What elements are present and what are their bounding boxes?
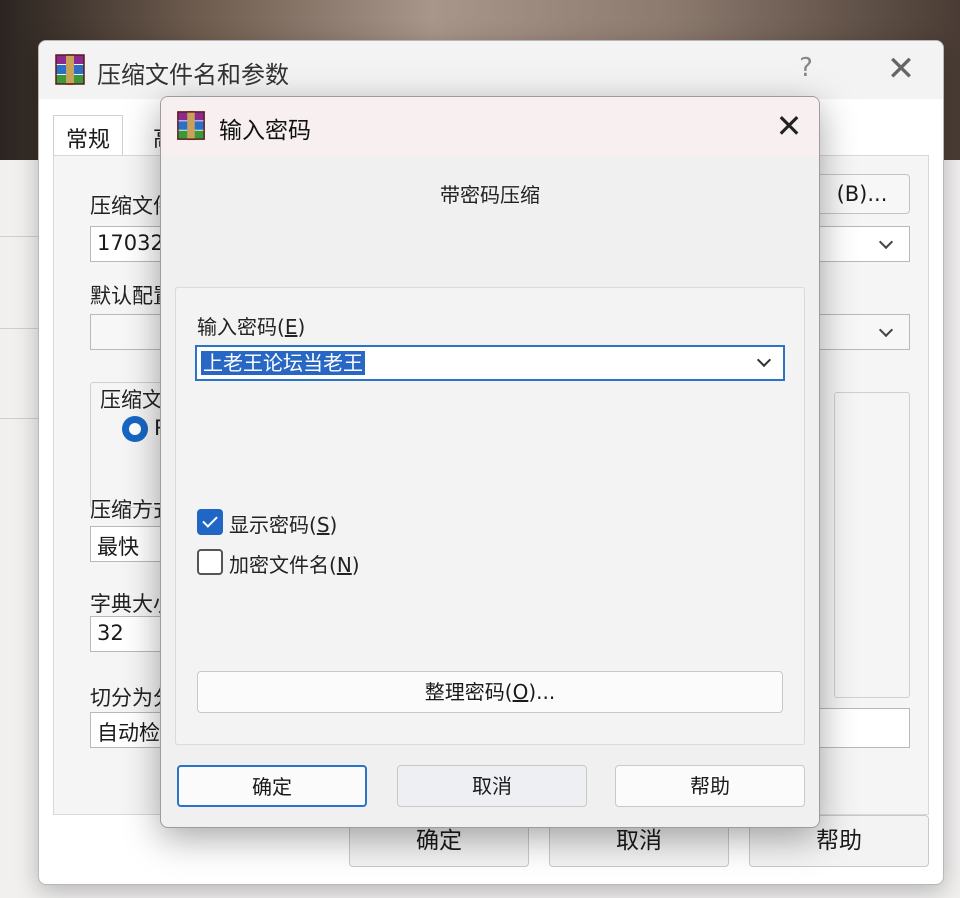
archive-params-titlebar: 压缩文件名和参数 ? ✕ [39,41,943,99]
password-label-text: 输入密码 [197,315,277,339]
options-group [834,392,910,698]
archive-format-label: 压缩文 [100,388,163,412]
organize-passwords-ellipsis: ... [536,680,556,704]
encrypt-filenames-label: 加密文件名(N) [229,553,360,577]
encrypt-filenames-text: 加密文件名 [229,553,329,577]
dialog-cancel-button[interactable]: 取消 [397,765,587,807]
dictionary-size-value: 32 [97,621,124,645]
help-question-button[interactable]: ? [791,53,821,83]
close-icon[interactable]: ✕ [769,106,809,146]
show-password-label: 显示密码(S) [229,513,338,537]
password-label: 输入密码(E) [197,315,306,339]
password-hotkey: E [284,315,298,339]
dialog-titlebar: 输入密码 ✕ [161,97,819,155]
dialog-caption: 带密码压缩 [440,183,540,207]
show-password-checkbox[interactable] [197,509,223,535]
close-icon[interactable]: ✕ [881,49,921,89]
split-volumes-value: 自动检 [97,721,160,745]
browse-button[interactable]: (B)... [814,174,910,214]
method-value: 最快 [97,535,139,559]
chevron-down-icon[interactable] [756,352,772,368]
encrypt-filenames-checkbox[interactable] [197,549,223,575]
organize-passwords-button[interactable]: 整理密码(O)... [197,671,783,713]
organize-passwords-text: 整理密码 [424,680,505,704]
password-value: 上老王论坛当老王 [201,351,365,375]
background-divider [0,236,40,237]
chevron-down-icon[interactable] [878,322,894,338]
show-password-text: 显示密码 [229,513,309,537]
encrypt-filenames-hotkey: N [336,553,352,577]
show-password-hotkey: S [316,513,330,537]
dialog-title: 输入密码 [219,118,311,144]
organize-passwords-hotkey: O [512,680,529,704]
tab-general[interactable]: 常规 [53,115,124,155]
rar-format-radio[interactable] [122,416,148,442]
chevron-down-icon[interactable] [878,234,894,250]
winrar-icon [55,54,85,85]
background-divider [0,418,40,419]
password-input[interactable]: 上老王论坛当老王 [195,345,785,381]
background-divider [0,328,40,329]
window-title: 压缩文件名和参数 [97,61,289,89]
winrar-icon [177,110,205,141]
dialog-ok-button[interactable]: 确定 [177,765,367,807]
dialog-help-button[interactable]: 帮助 [615,765,805,807]
enter-password-dialog: 输入密码 ✕ 带密码压缩 输入密码(E) 上老王论坛当老王 显示密码(S) 加密… [160,96,820,828]
